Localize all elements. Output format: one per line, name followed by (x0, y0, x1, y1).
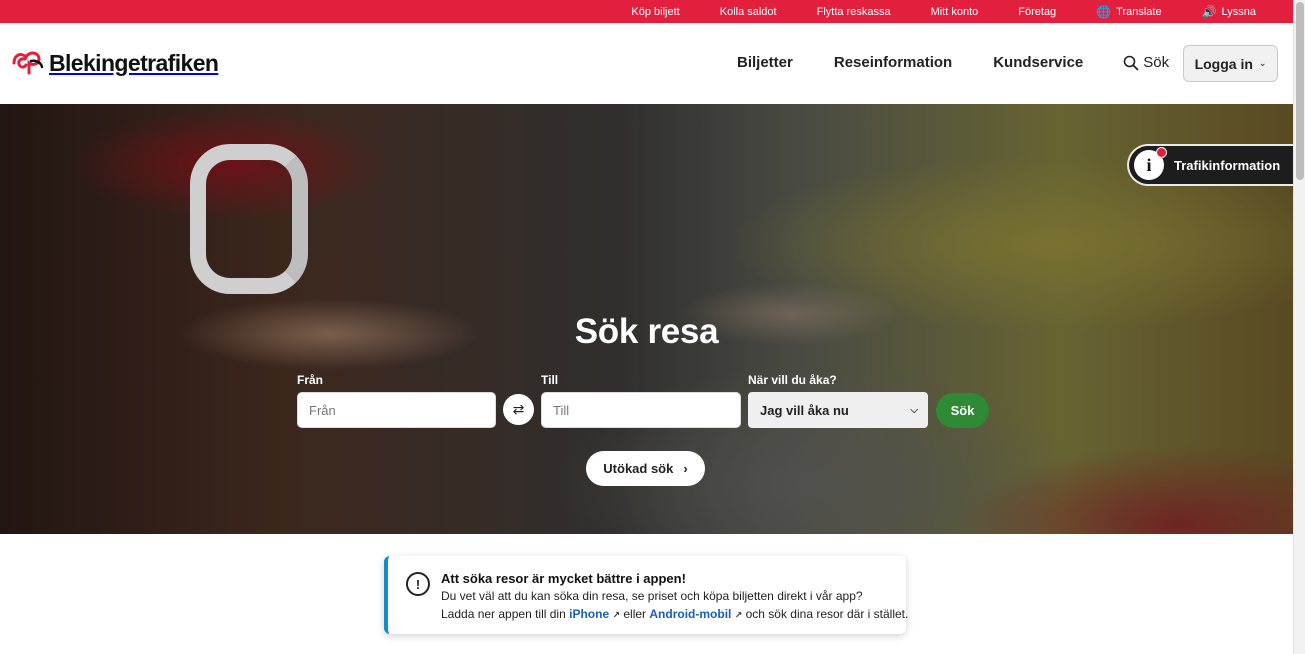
to-label: Till (541, 373, 559, 387)
external-link-icon: ↗ (734, 610, 743, 620)
advanced-search-label: Utökad sök (603, 461, 674, 476)
topbar-link-check-balance[interactable]: Kolla saldot (720, 6, 777, 18)
logo-mark-icon (12, 51, 44, 75)
alert-dot-icon (1156, 147, 1167, 158)
login-button[interactable]: Logga in ⌄ (1183, 45, 1278, 82)
translate-link[interactable]: 🌐 Translate (1096, 6, 1161, 18)
from-label: Från (297, 373, 324, 387)
departure-time-value: Jag vill åka nu (760, 402, 849, 418)
notice-text-2b: eller (623, 607, 647, 621)
login-label: Logga in (1194, 55, 1253, 72)
topbar-link-move-balance[interactable]: Flytta reskassa (817, 6, 891, 18)
scrollbar-thumb[interactable] (1296, 2, 1304, 180)
speaker-icon: 🔊 (1201, 4, 1217, 19)
topbar-link-buy-ticket[interactable]: Köp biljett (631, 6, 679, 18)
hero-image-headphones (190, 144, 308, 294)
page-scrollbar[interactable] (1293, 0, 1305, 654)
nav-item-customer-service[interactable]: Kundservice (993, 54, 1083, 71)
logo-text: Blekingetrafiken (49, 49, 219, 76)
nav-item-travel-info[interactable]: Reseinformation (834, 54, 952, 71)
notice-text-2c: och sök dina resor där i stället. (745, 607, 909, 621)
listen-label: Lyssna (1221, 5, 1256, 18)
globe-icon: 🌐 (1096, 4, 1112, 19)
search-icon (1123, 55, 1139, 70)
when-label: När vill du åka? (748, 373, 837, 387)
notice-text-2: Ladda ner appen till din iPhone ↗ eller … (441, 607, 908, 621)
site-logo[interactable]: Blekingetrafiken (11, 49, 219, 77)
swap-icon: ⇄ (512, 401, 525, 417)
swap-stations-button[interactable]: ⇄ (503, 394, 534, 425)
listen-link[interactable]: 🔊 Lyssna (1202, 6, 1256, 18)
header-search-label: Sök (1143, 54, 1170, 71)
from-input[interactable]: Från (297, 392, 496, 428)
app-notice: ! Att söka resor är mycket bättre i appe… (384, 556, 908, 634)
external-link-icon: ↗ (612, 610, 621, 620)
notice-text-1: Du vet väl att du kan söka din resa, se … (441, 589, 863, 603)
info-icon: i (1134, 147, 1167, 180)
notice-text-2a: Ladda ner appen till din (441, 607, 566, 621)
search-title: Sök resa (574, 312, 719, 351)
chevron-down-icon: ⌄ (1258, 58, 1267, 68)
android-link[interactable]: Android-mobil ↗ (649, 607, 742, 621)
main-nav: Biljetter Reseinformation Kundservice Sö… (737, 54, 1169, 71)
to-input[interactable]: Till (541, 392, 741, 428)
topbar-link-business[interactable]: Företag (1018, 6, 1056, 18)
utility-bar: Köp biljett Kolla saldot Flytta reskassa… (0, 0, 1293, 23)
hero-banner: i Trafikinformation Sök resa Från Från ⇄… (0, 104, 1293, 534)
search-submit-button[interactable]: Sök (936, 393, 989, 428)
nav-item-tickets[interactable]: Biljetter (737, 54, 793, 71)
iphone-link-label: iPhone (569, 607, 610, 621)
notice-title: Att söka resor är mycket bättre i appen! (441, 571, 686, 586)
page: Köp biljett Kolla saldot Flytta reskassa… (0, 0, 1305, 654)
header-search-link[interactable]: Sök (1123, 54, 1169, 71)
chevron-down-icon: ⌵ (910, 404, 918, 416)
iphone-link[interactable]: iPhone ↗ (569, 607, 620, 621)
chevron-right-icon: › (683, 461, 688, 476)
translate-label: Translate (1116, 5, 1162, 18)
site-header: Blekingetrafiken Biljetter Reseinformati… (0, 23, 1293, 104)
exclamation-icon: ! (406, 572, 430, 596)
traffic-info-button[interactable]: i Trafikinformation (1127, 144, 1293, 186)
advanced-search-button[interactable]: Utökad sök › (586, 451, 705, 486)
android-link-label: Android-mobil (649, 607, 732, 621)
departure-time-select[interactable]: Jag vill åka nu ⌵ (748, 392, 928, 428)
traffic-info-label: Trafikinformation (1174, 157, 1281, 173)
topbar-link-my-account[interactable]: Mitt konto (931, 6, 979, 18)
